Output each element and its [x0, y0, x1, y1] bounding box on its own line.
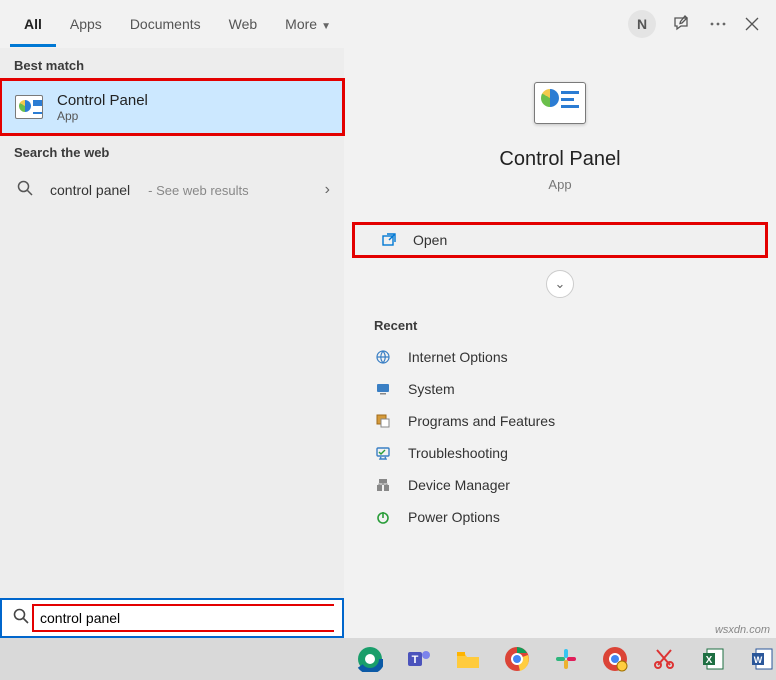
taskbar-slack-icon[interactable]: [552, 644, 581, 674]
web-hint: - See web results: [148, 183, 248, 198]
search-input[interactable]: [40, 610, 328, 626]
tab-documents[interactable]: Documents: [116, 1, 215, 47]
close-icon[interactable]: [744, 16, 760, 32]
recent-label: Internet Options: [408, 349, 508, 365]
troubleshooting-icon: [374, 444, 392, 462]
best-match-subtitle: App: [57, 109, 148, 123]
web-result[interactable]: control panel - See web results ›: [0, 166, 344, 214]
recent-label: Device Manager: [408, 477, 510, 493]
control-panel-icon: [534, 82, 586, 124]
search-box[interactable]: [0, 598, 344, 638]
taskbar-chrome-icon[interactable]: [503, 644, 532, 674]
preview-panel: Control Panel App Open ⌄ Recent Internet…: [344, 48, 776, 638]
recent-item-troubleshooting[interactable]: Troubleshooting: [348, 437, 772, 469]
recent-label: System: [408, 381, 455, 397]
preview-subtitle: App: [548, 177, 571, 192]
tab-web[interactable]: Web: [215, 1, 272, 47]
taskbar-word-icon[interactable]: W: [747, 644, 776, 674]
overflow-icon[interactable]: [708, 14, 728, 34]
recent-label: Troubleshooting: [408, 445, 508, 461]
taskbar: T X W: [0, 638, 776, 680]
recent-item-internet-options[interactable]: Internet Options: [348, 341, 772, 373]
taskbar-snip-icon[interactable]: [649, 644, 678, 674]
programs-icon: [374, 412, 392, 430]
tab-apps[interactable]: Apps: [56, 1, 116, 47]
svg-text:W: W: [753, 655, 762, 665]
filter-tabs: All Apps Documents Web More ▼ N: [0, 0, 776, 48]
search-web-header: Search the web: [0, 135, 344, 166]
feedback-icon[interactable]: [672, 14, 692, 34]
recent-item-system[interactable]: System: [348, 373, 772, 405]
device-manager-icon: [374, 476, 392, 494]
preview-hero: Control Panel App: [348, 62, 772, 222]
search-icon: [10, 608, 32, 629]
open-button[interactable]: Open: [352, 222, 768, 258]
search-icon: [14, 180, 36, 201]
expand-button[interactable]: ⌄: [546, 270, 574, 298]
chevron-down-icon: ▼: [321, 21, 331, 32]
taskbar-teams-icon[interactable]: T: [405, 644, 434, 674]
chevron-down-icon: ⌄: [555, 276, 566, 292]
best-match-title: Control Panel: [57, 92, 148, 109]
recent-label: Programs and Features: [408, 413, 555, 429]
chevron-right-icon: ›: [325, 181, 330, 199]
recent-label: Power Options: [408, 509, 500, 525]
open-label: Open: [413, 232, 447, 248]
system-icon: [374, 380, 392, 398]
recent-header: Recent: [348, 298, 772, 341]
best-match-result[interactable]: Control Panel App: [0, 79, 344, 135]
taskbar-chrome2-icon[interactable]: [600, 644, 629, 674]
internet-options-icon: [374, 348, 392, 366]
web-query: control panel: [50, 182, 130, 198]
svg-text:T: T: [412, 654, 419, 666]
recent-item-programs[interactable]: Programs and Features: [348, 405, 772, 437]
preview-title: Control Panel: [499, 148, 620, 171]
user-avatar[interactable]: N: [628, 10, 656, 38]
power-options-icon: [374, 508, 392, 526]
recent-item-device-manager[interactable]: Device Manager: [348, 469, 772, 501]
control-panel-icon: [15, 95, 43, 119]
open-icon: [381, 232, 397, 248]
results-panel: Best match Control Panel App Search the …: [0, 48, 344, 638]
best-match-header: Best match: [0, 48, 344, 79]
svg-text:X: X: [705, 655, 712, 666]
taskbar-edge-icon[interactable]: [356, 644, 385, 674]
tab-more-label: More: [285, 16, 317, 32]
taskbar-excel-icon[interactable]: X: [698, 644, 727, 674]
recent-item-power-options[interactable]: Power Options: [348, 501, 772, 533]
tab-more[interactable]: More ▼: [271, 1, 345, 47]
taskbar-explorer-icon[interactable]: [454, 644, 483, 674]
tab-all[interactable]: All: [10, 1, 56, 47]
